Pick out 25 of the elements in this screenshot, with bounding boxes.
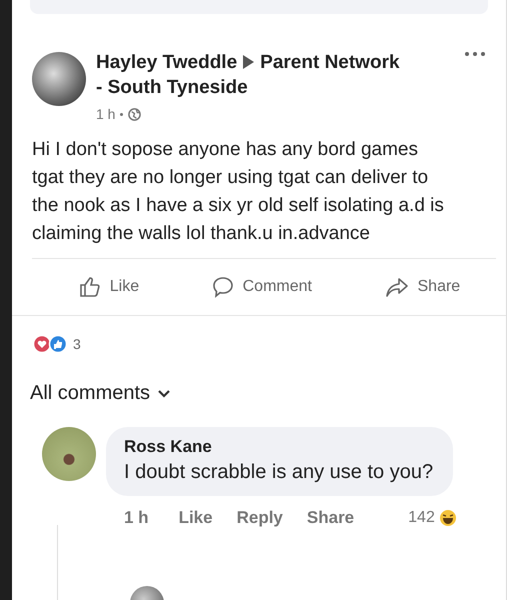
share-icon	[384, 275, 410, 299]
comment-icon	[210, 275, 235, 299]
comment-time: 1 h	[124, 508, 149, 528]
avatar[interactable]	[32, 52, 86, 106]
like-button[interactable]: Like	[76, 273, 142, 301]
comment-text: I doubt scrabble is any use to you?	[124, 461, 434, 484]
separator-dot	[120, 112, 124, 116]
laughing-face-icon	[438, 509, 457, 527]
reaction-count[interactable]: 3	[73, 336, 81, 352]
comment-button[interactable]: Comment	[208, 273, 314, 301]
globe-icon	[128, 108, 142, 120]
post-time: 1 h	[96, 106, 116, 122]
comment-author[interactable]: Ross Kane	[124, 437, 434, 457]
comment-action-link[interactable]: Reply	[236, 508, 283, 528]
post-text: Hi I don't sopose anyone has any bord games tgat they are no longer using tgat can deliver to the nook as I have a six yr old self isolating a.d is claiming the walls lol thank.u in.advance	[31, 138, 445, 246]
comment-action-link[interactable]: Share	[306, 508, 354, 528]
comment-action-link[interactable]: Like	[178, 508, 213, 528]
comments-filter[interactable]: All comments	[12, 354, 190, 405]
thumbs-up-icon	[78, 275, 102, 299]
more-icon[interactable]	[464, 50, 486, 58]
chevron-down-icon	[158, 390, 170, 398]
avatar[interactable]	[42, 427, 96, 481]
share-button[interactable]: Share	[382, 273, 462, 301]
reaction-count[interactable]: 142	[408, 509, 435, 527]
post-author[interactable]: Hayley Tweddle Parent Network - South Tyneside	[96, 50, 454, 100]
